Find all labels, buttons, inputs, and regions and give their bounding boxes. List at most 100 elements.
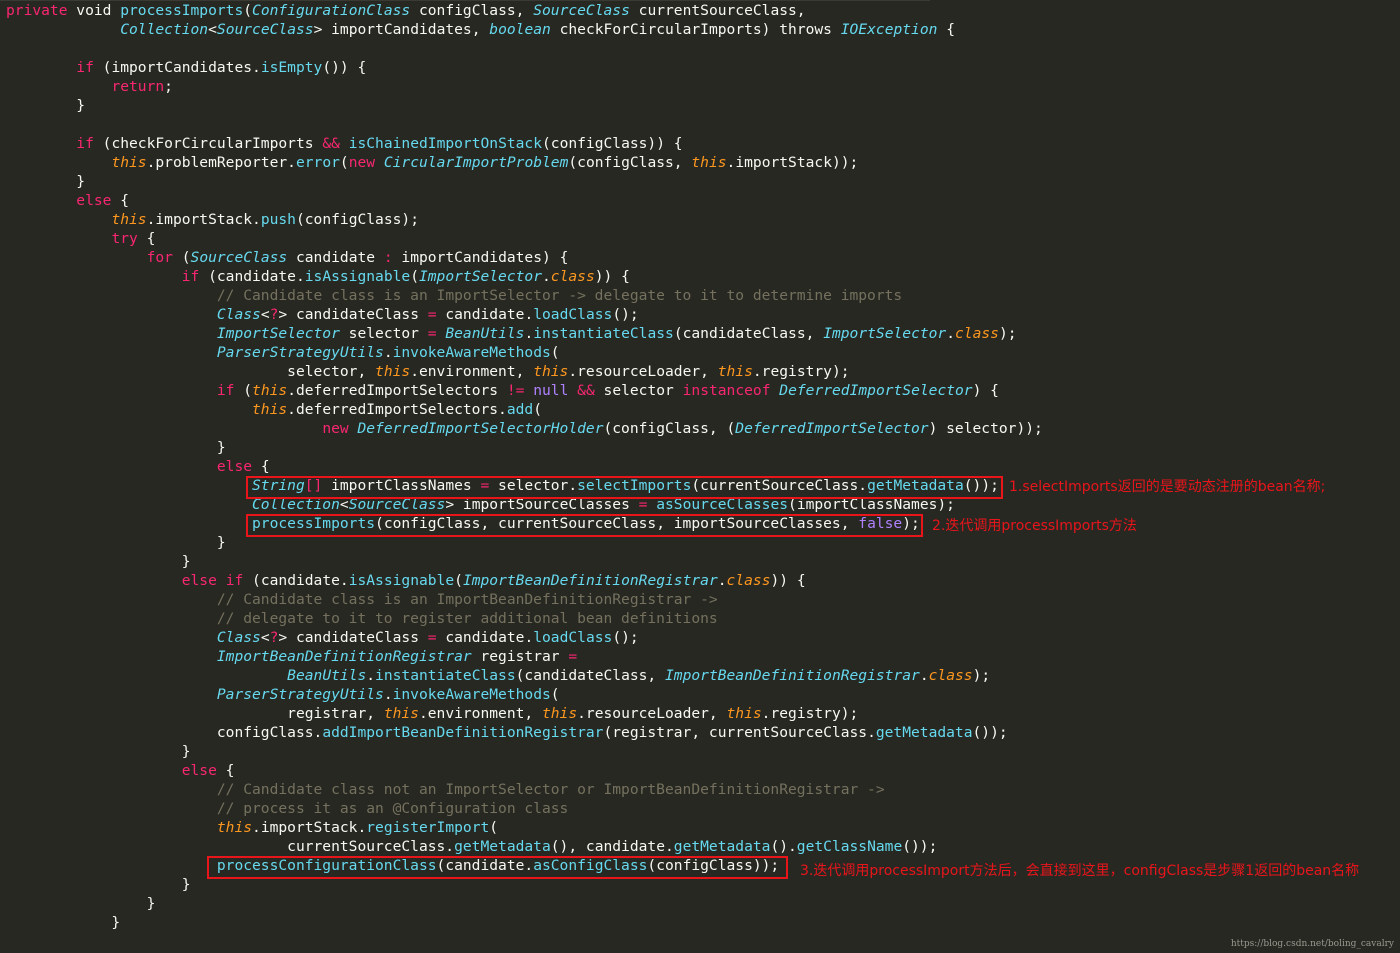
- code-token: getMetadata: [454, 838, 551, 855]
- code-token: ParserStrategyUtils: [216, 344, 384, 361]
- code-token: ;: [164, 78, 173, 95]
- code-line: ImportBeanDefinitionRegistrar registrar …: [6, 647, 577, 666]
- code-token: (: [489, 819, 499, 836]
- code-token: .resourceLoader,: [568, 363, 718, 380]
- code-line: }: [6, 875, 191, 894]
- annotation-note-2: 2.迭代调用processImports方法: [932, 518, 1137, 534]
- code-line: registrar, this.environment, this.resour…: [6, 704, 858, 723]
- highlight-box-process-configuration-class: [207, 856, 788, 879]
- code-token: )) {: [770, 572, 806, 589]
- code-token: ImportSelector: [216, 325, 340, 342]
- code-token: if: [76, 59, 94, 76]
- code-token: this: [111, 211, 147, 228]
- code-token: this: [726, 705, 762, 722]
- code-token: class: [928, 667, 973, 684]
- code-token: &&: [322, 135, 340, 152]
- code-token: DeferredImportSelector: [735, 420, 929, 437]
- code-line: Class<?> candidateClass = candidate.load…: [6, 628, 639, 647]
- code-token: this: [691, 154, 727, 171]
- code-token: );: [998, 325, 1017, 342]
- code-token: .: [383, 344, 393, 361]
- code-token: (configClass);: [295, 211, 419, 228]
- code-token: SourceClass: [190, 249, 288, 266]
- code-token: instanceof: [682, 382, 771, 399]
- code-line: else {: [6, 191, 129, 210]
- code-line: }: [6, 96, 85, 115]
- code-token: (importCandidates.: [93, 59, 261, 76]
- code-token: this: [216, 819, 253, 836]
- code-token: (: [550, 686, 560, 703]
- code-token: .: [542, 268, 551, 285]
- code-token: ParserStrategyUtils: [216, 686, 384, 703]
- code-token: {: [137, 230, 156, 247]
- code-token: {: [216, 762, 235, 779]
- code-line: this.problemReporter.error(new CircularI…: [6, 153, 858, 172]
- code-line: // Candidate class is an ImportBeanDefin…: [6, 590, 718, 609]
- code-token: configClass,: [410, 2, 534, 19]
- code-token: registerImport: [366, 819, 490, 836]
- code-line: Collection<SourceClass> importCandidates…: [6, 20, 955, 39]
- code-token: else: [181, 572, 217, 589]
- code-line: // process it as an @Configuration class: [6, 799, 568, 818]
- code-token: (: [410, 268, 419, 285]
- code-token: BeanUtils: [287, 667, 367, 684]
- code-token: > candidateClass: [278, 306, 428, 323]
- code-token: ConfigurationClass: [252, 2, 411, 19]
- code-token: (candidate.: [243, 572, 349, 589]
- code-line: new DeferredImportSelectorHolder(configC…: [6, 419, 1043, 438]
- code-token: this: [533, 363, 569, 380]
- code-token: Collection: [120, 21, 209, 38]
- code-token: (configClass)) {: [542, 135, 683, 152]
- code-token: BeanUtils: [445, 325, 525, 342]
- code-token: invokeAwareMethods: [392, 344, 551, 361]
- code-token: DeferredImportSelector: [779, 382, 973, 399]
- code-line: // Candidate class not an ImportSelector…: [6, 780, 885, 799]
- code-token: .importStack.: [252, 819, 367, 836]
- code-token: (: [454, 572, 463, 589]
- code-token: <: [260, 629, 270, 646]
- code-token: .deferredImportSelectors.: [287, 401, 507, 418]
- code-token: ();: [612, 306, 639, 323]
- code-editor[interactable]: private void processImports(Configuratio…: [0, 0, 1400, 953]
- code-line: selector, this.environment, this.resourc…: [6, 362, 849, 381]
- code-token: (candidateClass,: [515, 667, 666, 684]
- code-token: (registrar, currentSourceClass.: [603, 724, 876, 741]
- code-token: selector: [594, 382, 683, 399]
- code-token: addImportBeanDefinitionRegistrar: [322, 724, 604, 741]
- code-token: (), candidate.: [550, 838, 674, 855]
- code-token: isAssignable: [304, 268, 411, 285]
- annotation-note-3: 3.迭代调用processImport方法后，会直接到这里，configClas…: [800, 863, 1360, 879]
- code-token: ImportBeanDefinitionRegistrar: [665, 667, 920, 684]
- code-line: ImportSelector selector = BeanUtils.inst…: [6, 324, 1017, 343]
- code-line: BeanUtils.instantiateClass(candidateClas…: [6, 666, 990, 685]
- code-token: .: [366, 667, 376, 684]
- code-token: .problemReporter.: [146, 154, 296, 171]
- code-token: this: [111, 154, 147, 171]
- code-line: }: [6, 742, 191, 761]
- code-token: ());: [902, 838, 938, 855]
- code-token: if: [216, 382, 235, 399]
- code-token: instantiateClass: [375, 667, 516, 684]
- code-token: (: [243, 2, 253, 19]
- code-line: if (this.deferredImportSelectors != null…: [6, 381, 999, 400]
- highlight-box-select-imports: [246, 476, 1003, 499]
- code-token: error: [295, 154, 340, 171]
- code-line: else if (candidate.isAssignable(ImportBe…: [6, 571, 806, 590]
- code-token: class: [726, 572, 771, 589]
